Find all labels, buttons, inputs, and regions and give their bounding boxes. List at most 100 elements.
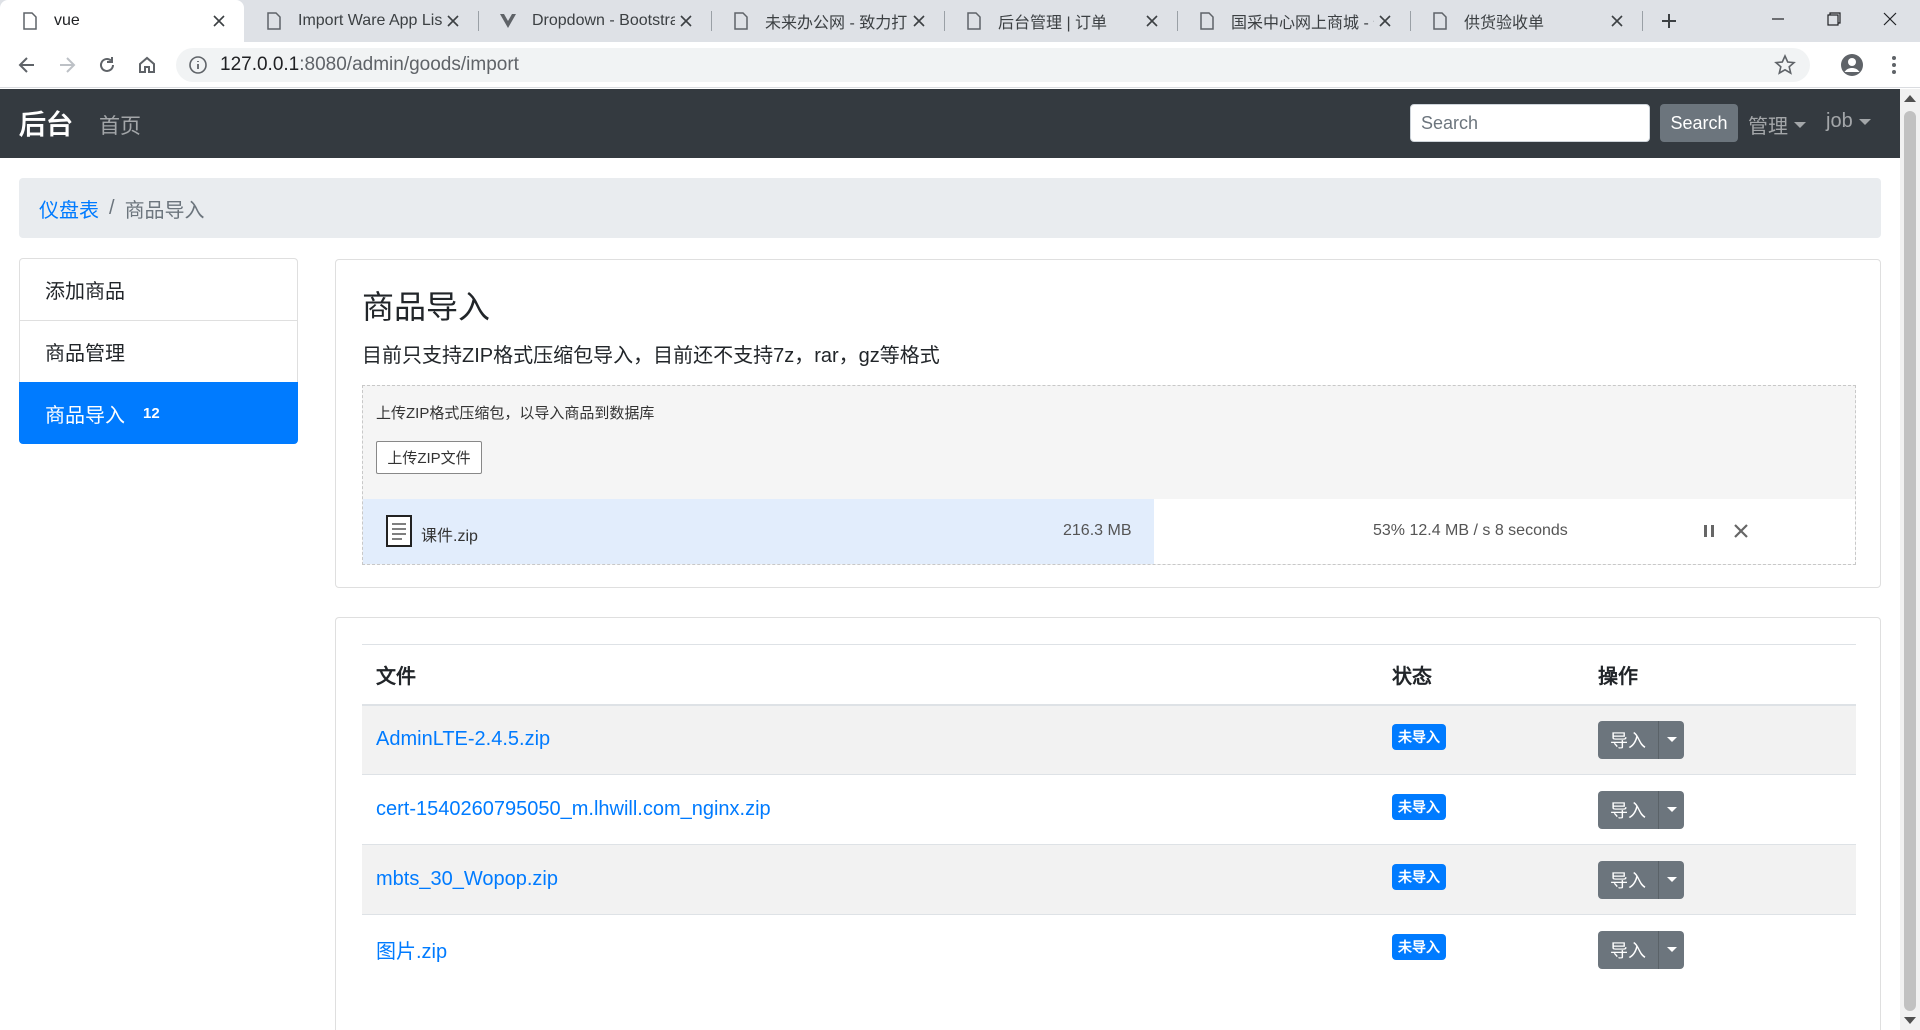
arrow-left-icon <box>18 57 34 73</box>
tab-guocai-mall[interactable]: 国采中心网上商城 - 供 <box>1177 0 1410 42</box>
import-dropdown-toggle[interactable] <box>1658 720 1684 759</box>
file-link[interactable]: 图片.zip <box>376 941 447 963</box>
import-dropdown-toggle[interactable] <box>1658 790 1684 829</box>
breadcrumb-current: 商品导入 <box>124 199 205 222</box>
sidebar-item-import-goods[interactable]: 商品导入 12 <box>19 382 298 444</box>
tab-title: 国采中心网上商城 - 供 <box>1231 15 1374 32</box>
status-badge: 未导入 <box>1392 793 1446 820</box>
sidebar-item-manage-goods[interactable]: 商品管理 <box>19 320 298 382</box>
user-dropdown[interactable]: job <box>1826 110 1871 133</box>
table-row: 图片.zip 未导入 导入 <box>362 914 1856 985</box>
file-link[interactable]: cert-1540260795050_m.lhwill.com_nginx.zi… <box>376 798 771 820</box>
tab-vue[interactable]: vue <box>0 0 244 42</box>
upload-zip-button[interactable]: 上传ZIP文件 <box>376 441 482 474</box>
tab-title: Import Ware App List <box>298 12 442 29</box>
file-cell: 图片.zip <box>362 914 1378 985</box>
manage-dropdown[interactable]: 管理 <box>1748 110 1806 139</box>
close-icon[interactable] <box>1731 521 1751 541</box>
scroll-down-arrow-icon[interactable] <box>1904 1017 1916 1024</box>
page-viewport: 后台 首页 Search 管理 job 仪盘表 / 商品导入 添加商品 商品管理… <box>0 89 1900 1030</box>
close-icon <box>1883 12 1897 26</box>
bookmark-star-icon[interactable] <box>1774 54 1796 76</box>
scrollbar-thumb[interactable] <box>1904 111 1916 1011</box>
user-label: job <box>1826 110 1853 132</box>
status-badge: 未导入 <box>1392 863 1446 890</box>
status-badge: 未导入 <box>1392 933 1446 960</box>
upload-dropzone[interactable]: 上传ZIP格式压缩包，以导入商品到数据库 上传ZIP文件 课件.zip 216.… <box>362 385 1856 565</box>
minimize-icon <box>1772 18 1784 20</box>
import-button-group: 导入 <box>1598 790 1684 829</box>
close-icon[interactable] <box>1374 10 1396 32</box>
import-dropdown-toggle[interactable] <box>1658 860 1684 899</box>
profile-button[interactable] <box>1836 49 1868 81</box>
vue-logo-icon <box>500 14 516 28</box>
close-icon[interactable] <box>442 10 464 32</box>
import-button-group: 导入 <box>1598 860 1684 899</box>
pause-icon[interactable] <box>1699 521 1719 541</box>
files-card: 文件 状态 操作 AdminLTE-2.4.5.zip 未导入 导入 cert-… <box>335 617 1881 1030</box>
arrow-right-icon <box>60 57 76 73</box>
search-input[interactable] <box>1410 104 1650 142</box>
tab-title: vue <box>54 12 80 29</box>
file-cell: mbts_30_Wopop.zip <box>362 844 1378 915</box>
menu-button[interactable] <box>1878 49 1910 81</box>
info-icon <box>189 56 207 74</box>
reload-button[interactable] <box>91 49 123 81</box>
breadcrumb-separator: / <box>109 196 115 219</box>
page-scrollbar[interactable] <box>1900 89 1920 1030</box>
status-cell: 未导入 <box>1378 844 1584 915</box>
file-link[interactable]: mbts_30_Wopop.zip <box>376 868 558 890</box>
navbar-brand[interactable]: 后台 <box>19 103 73 142</box>
minimize-button[interactable] <box>1750 0 1806 38</box>
new-tab-button[interactable] <box>1654 6 1684 36</box>
action-cell: 导入 <box>1584 774 1856 845</box>
import-button[interactable]: 导入 <box>1598 860 1658 899</box>
tab-title: 后台管理 | 订单 <box>998 15 1108 32</box>
file-link[interactable]: AdminLTE-2.4.5.zip <box>376 728 550 750</box>
import-dropdown-toggle[interactable] <box>1658 930 1684 969</box>
action-cell: 导入 <box>1584 844 1856 915</box>
status-cell: 未导入 <box>1378 704 1584 775</box>
tab-acceptance-form[interactable]: 供货验收单 <box>1410 0 1642 42</box>
search-button[interactable]: Search <box>1660 104 1738 142</box>
more-vertical-icon <box>1892 56 1896 74</box>
action-cell: 导入 <box>1584 704 1856 775</box>
import-button[interactable]: 导入 <box>1598 930 1658 969</box>
column-header-status: 状态 <box>1378 644 1584 706</box>
page-icon <box>734 12 748 30</box>
nav-home-link[interactable]: 首页 <box>99 110 141 140</box>
table-header-row: 文件 状态 操作 <box>362 644 1856 706</box>
sidebar-item-add-goods[interactable]: 添加商品 <box>19 258 298 320</box>
close-icon[interactable] <box>1606 10 1628 32</box>
tab-import-ware[interactable]: Import Ware App List <box>244 0 478 42</box>
close-icon[interactable] <box>208 10 230 32</box>
close-icon[interactable] <box>675 10 697 32</box>
upload-progress-bar <box>363 499 1154 564</box>
top-navbar: 后台 首页 Search 管理 job <box>0 89 1900 158</box>
import-button[interactable]: 导入 <box>1598 720 1658 759</box>
caret-down-icon <box>1794 121 1806 128</box>
close-window-button[interactable] <box>1862 0 1918 38</box>
tab-dropdown-bootstrap[interactable]: Dropdown - Bootstrap <box>478 0 711 42</box>
tab-weilai-office[interactable]: 未来办公网 - 致力打造 <box>711 0 944 42</box>
import-button[interactable]: 导入 <box>1598 790 1658 829</box>
tab-admin-orders[interactable]: 后台管理 | 订单 <box>944 0 1177 42</box>
url-path: :8080/admin/goods/import <box>299 54 519 75</box>
files-table: 文件 状态 操作 AdminLTE-2.4.5.zip 未导入 导入 cert-… <box>362 644 1856 985</box>
status-cell: 未导入 <box>1378 914 1584 985</box>
breadcrumb-dashboard-link[interactable]: 仪盘表 <box>39 194 99 223</box>
scroll-up-arrow-icon[interactable] <box>1904 95 1916 102</box>
file-cell: cert-1540260795050_m.lhwill.com_nginx.zi… <box>362 774 1378 845</box>
account-icon <box>1841 54 1863 76</box>
close-icon[interactable] <box>908 10 930 32</box>
url-host: 127.0.0.1 <box>220 54 300 75</box>
address-bar[interactable]: 127.0.0.1:8080/admin/goods/import <box>176 48 1810 82</box>
restore-button[interactable] <box>1806 0 1862 38</box>
home-button[interactable] <box>131 49 163 81</box>
forward-button[interactable] <box>51 49 83 81</box>
table-row: mbts_30_Wopop.zip 未导入 导入 <box>362 844 1856 915</box>
close-icon[interactable] <box>1141 10 1163 32</box>
back-button[interactable] <box>11 49 43 81</box>
page-icon <box>23 12 37 30</box>
tab-title: 供货验收单 <box>1464 15 1545 32</box>
